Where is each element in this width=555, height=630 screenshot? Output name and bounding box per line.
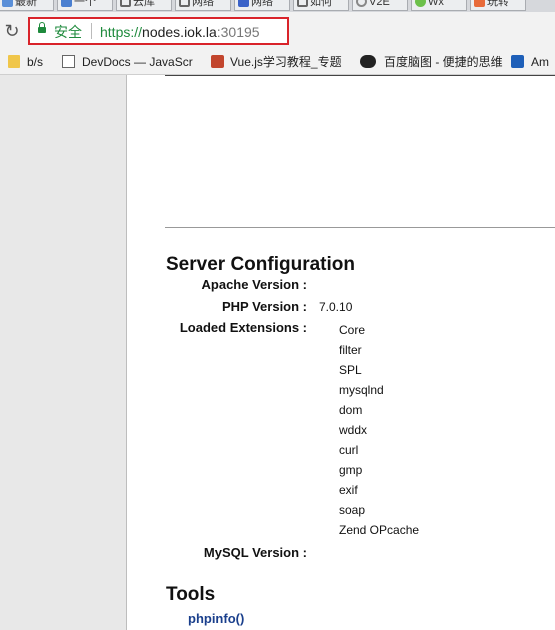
url-host: nodes.iok.la <box>142 24 217 40</box>
extension-item: exif <box>339 483 358 497</box>
extension-item: SPL <box>339 363 362 377</box>
reload-icon[interactable]: ↻ <box>2 20 22 42</box>
bookmark-item[interactable]: DevDocs — JavaScr <box>62 54 193 70</box>
top-rule <box>165 75 555 76</box>
owl-icon <box>360 55 376 68</box>
browser-tab[interactable]: 玩转 <box>470 0 526 11</box>
url-scheme: https:// <box>100 24 143 40</box>
phpinfo-link[interactable]: phpinfo() <box>188 611 244 627</box>
bookmark-item[interactable]: Am <box>511 54 549 70</box>
omnibox-separator <box>91 23 92 39</box>
loaded-extensions-label: Loaded Extensions : <box>179 320 307 335</box>
w-icon <box>474 0 485 7</box>
browser-tab[interactable]: Wx <box>411 0 467 11</box>
php-version-value: 7.0.10 <box>319 300 353 314</box>
extension-item: wddx <box>339 423 368 437</box>
lock-icon <box>38 22 46 33</box>
url-text[interactable]: https://nodes.iok.la:30195 <box>100 23 260 41</box>
browser-tab[interactable]: 云库 <box>116 0 172 11</box>
bookmark-item[interactable]: b/s <box>8 54 43 70</box>
devdocs-icon <box>62 55 75 68</box>
url-port: :30195 <box>216 24 260 40</box>
secure-label: 安全 <box>54 24 82 40</box>
browser-tab[interactable]: 网络 <box>175 0 231 11</box>
bracket-icon <box>179 0 190 7</box>
extension-item: gmp <box>339 463 363 477</box>
extension-item: soap <box>339 503 366 517</box>
bookmarks-bar: b/s DevDocs — JavaScr Vue.js学习教程_专题 百度脑图… <box>0 50 555 75</box>
bracket-icon <box>120 0 131 7</box>
tab-strip: 最新 一个 云库 网络 网络 如何 V2E Wx 玩转 <box>0 0 555 12</box>
extension-item: Zend OPcache <box>339 523 420 537</box>
doc-icon <box>2 0 13 7</box>
bookmark-b-icon <box>211 55 224 68</box>
house-icon <box>238 0 249 7</box>
address-bar[interactable]: 安全 https://nodes.iok.la:30195 <box>28 17 289 45</box>
bracket-icon <box>297 0 308 7</box>
extension-item: dom <box>339 403 363 417</box>
browser-toolbar: ↻ 安全 https://nodes.iok.la:30195 <box>0 12 555 50</box>
browser-tab[interactable]: 如何 <box>293 0 349 11</box>
server-config-heading: Server Configuration <box>166 254 355 275</box>
mysql-version-label: MySQL Version : <box>203 545 307 560</box>
folder-icon <box>8 55 20 68</box>
extension-item: mysqlnd <box>339 383 384 397</box>
browser-tab[interactable]: V2E <box>352 0 408 11</box>
apache-version-label: Apache Version : <box>201 277 307 292</box>
extension-item: filter <box>339 343 362 357</box>
browser-tab[interactable]: 网络 <box>234 0 290 11</box>
extension-item: Core <box>339 323 366 337</box>
php-version-label: PHP Version : <box>221 299 307 314</box>
am-icon <box>511 55 524 68</box>
browser-tab[interactable]: 最新 <box>0 0 54 11</box>
v2-icon <box>356 0 367 7</box>
browser-tab[interactable]: 一个 <box>57 0 113 11</box>
tools-heading: Tools <box>166 584 216 605</box>
section-divider <box>165 227 555 228</box>
left-sidebar <box>0 75 127 630</box>
extension-item: curl <box>339 443 359 457</box>
grid-icon <box>61 0 72 7</box>
bookmark-item[interactable]: Vue.js学习教程_专题 <box>211 54 342 70</box>
wx-icon <box>415 0 426 7</box>
bookmark-item[interactable]: 百度脑图 - 便捷的思维 <box>360 54 503 70</box>
